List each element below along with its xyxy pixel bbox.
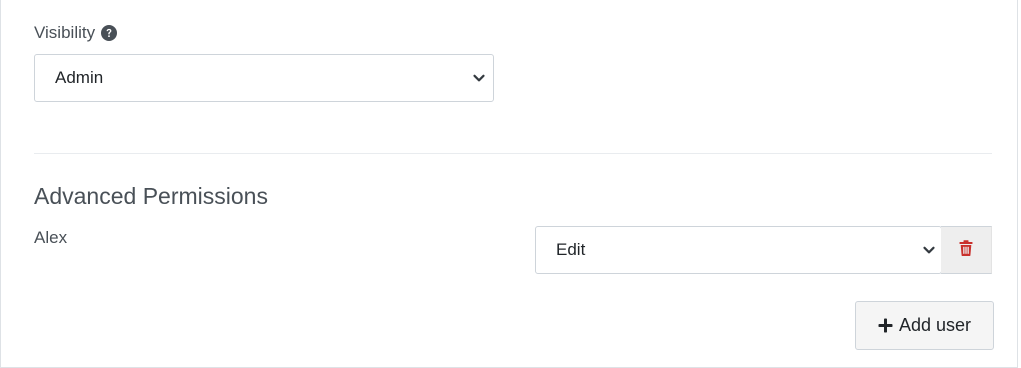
permission-user-name: Alex bbox=[34, 228, 68, 247]
chevron-down-icon bbox=[922, 243, 936, 257]
chevron-down-icon bbox=[472, 71, 486, 85]
permission-select[interactable]: Edit bbox=[535, 226, 942, 274]
visibility-select[interactable]: Admin bbox=[34, 54, 494, 102]
permission-select-value: Edit bbox=[556, 240, 586, 259]
question-circle-icon[interactable] bbox=[101, 25, 118, 41]
trash-icon bbox=[959, 239, 973, 261]
add-user-label: Add user bbox=[898, 315, 972, 335]
plus-icon bbox=[878, 318, 893, 333]
remove-user-button[interactable] bbox=[941, 226, 992, 274]
visibility-label-row: Visibility bbox=[34, 23, 118, 43]
settings-panel: Visibility Admin Advanced Permissions Al… bbox=[0, 0, 1018, 368]
section-divider bbox=[34, 153, 992, 154]
add-user-button[interactable]: Add user bbox=[855, 301, 994, 350]
visibility-select-value: Admin bbox=[55, 68, 104, 87]
advanced-permissions-title: Advanced Permissions bbox=[34, 183, 268, 209]
visibility-label: Visibility bbox=[34, 23, 96, 42]
